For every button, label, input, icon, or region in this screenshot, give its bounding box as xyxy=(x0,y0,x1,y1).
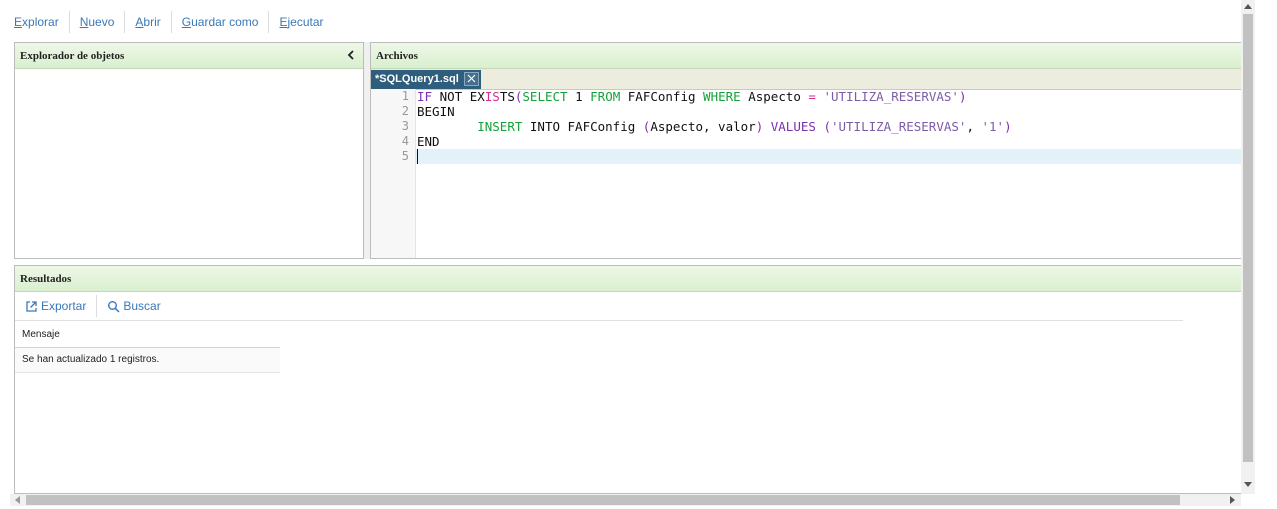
accesskey: E xyxy=(279,15,288,29)
token: VALUES xyxy=(770,119,816,134)
text-cursor: ​ xyxy=(417,149,418,164)
sql-editor[interactable]: 1 2 3 4 5 IF NOT EXISTS ( SELECT 1 FROM FA… xyxy=(371,89,1241,258)
files-header: Archivos xyxy=(371,43,1241,69)
button-label: uardar como xyxy=(191,15,259,29)
token: Aspecto xyxy=(740,89,809,104)
horizontal-scrollbar[interactable] xyxy=(10,494,1241,506)
line-number-gutter: 1 2 3 4 5 xyxy=(371,89,416,258)
results-toolbar: Exportar Buscar xyxy=(15,292,1183,321)
table-row[interactable]: Se han actualizado 1 registros. xyxy=(15,348,280,373)
external-link-icon xyxy=(26,300,37,312)
token: ( xyxy=(823,119,831,134)
explorar-button[interactable]: Explorar xyxy=(0,11,70,33)
token: NOT EX xyxy=(432,89,485,104)
scroll-down-arrow-icon[interactable] xyxy=(1244,482,1252,487)
line-number: 4 xyxy=(401,134,409,148)
token: 1 xyxy=(567,89,591,104)
line-number: 3 xyxy=(401,119,409,133)
scroll-up-arrow-icon[interactable] xyxy=(1244,4,1252,9)
close-icon xyxy=(467,74,476,83)
line-number: 5 xyxy=(401,149,409,163)
token: '1' xyxy=(981,119,1005,134)
button-label: xplorar xyxy=(22,15,59,29)
export-label: Exportar xyxy=(41,299,87,313)
line-number: 1 xyxy=(401,89,409,103)
files-title: Archivos xyxy=(376,50,418,62)
accesskey: G xyxy=(181,15,192,29)
accesskey: E xyxy=(14,15,23,29)
code-line-1: IF NOT EXISTS(SELECT 1 FROM FAFConfig WH… xyxy=(416,89,1241,104)
export-button[interactable]: Exportar xyxy=(23,295,98,317)
code-line-3: INSERT INTO FAFConfig ( Aspecto, valor) V… xyxy=(416,119,1241,134)
token: , xyxy=(966,119,982,134)
button-label: brir xyxy=(143,15,161,29)
code-line-4: END xyxy=(416,134,1241,149)
scroll-left-arrow-icon[interactable] xyxy=(15,496,20,504)
abrir-button[interactable]: Abrir xyxy=(125,11,172,33)
token: 'UTILIZA_RESERVAS' xyxy=(823,89,959,104)
tab-label: *SQLQuery1.sql xyxy=(375,73,459,85)
files-panel: Archivos *SQLQuery1.sql 1 2 3 4 5 IF NOT… xyxy=(370,42,1241,259)
token: IF xyxy=(417,89,433,104)
search-label: Buscar xyxy=(123,299,161,313)
code-line-5: ​ xyxy=(416,149,1241,164)
close-tab-button[interactable] xyxy=(464,72,479,86)
results-title: Resultados xyxy=(20,273,72,285)
object-explorer-title: Explorador de objetos xyxy=(20,50,125,62)
token: IS xyxy=(484,89,500,104)
grid-header-mensaje[interactable]: Mensaje xyxy=(15,323,280,348)
chevron-left-icon[interactable] xyxy=(345,49,357,61)
code-area[interactable]: IF NOT EXISTS ( SELECT 1 FROM FAFConfig WH… xyxy=(416,89,1241,258)
token: = xyxy=(808,89,816,104)
token: INTO FAFConfig xyxy=(522,119,643,134)
token: ) xyxy=(958,89,967,104)
nuevo-button[interactable]: Nuevo xyxy=(70,11,126,33)
vertical-scrollbar[interactable] xyxy=(1241,0,1255,494)
token: Aspecto, valor xyxy=(650,119,756,134)
file-tabstrip: *SQLQuery1.sql xyxy=(371,69,1241,90)
token: WHERE xyxy=(703,89,741,104)
scroll-right-arrow-icon[interactable] xyxy=(1230,496,1235,504)
token: INSERT xyxy=(477,119,523,134)
object-explorer-panel: Explorador de objetos xyxy=(14,42,364,259)
code-line-2: BEGIN xyxy=(416,104,1241,119)
line-number: 2 xyxy=(401,104,409,118)
vertical-scroll-thumb[interactable] xyxy=(1243,14,1253,462)
token: BEGIN xyxy=(417,104,455,119)
results-panel: Resultados Exportar Buscar Mensaje Se ha… xyxy=(14,265,1241,494)
token: 'UTILIZA_RESERVAS' xyxy=(830,119,967,134)
guardar-como-button[interactable]: Guardar como xyxy=(172,11,270,33)
main-toolbar: Explorar Nuevo Abrir Guardar como Ejecut… xyxy=(0,0,1240,44)
results-header: Resultados xyxy=(15,266,1241,292)
tab-sqlquery1[interactable]: *SQLQuery1.sql xyxy=(371,70,481,89)
button-label: jecutar xyxy=(287,15,324,29)
ejecutar-button[interactable]: Ejecutar xyxy=(269,11,333,33)
token: SELECT xyxy=(522,89,568,104)
horizontal-scroll-thumb[interactable] xyxy=(26,495,1180,505)
token: ) xyxy=(1004,119,1012,134)
object-explorer-header: Explorador de objetos xyxy=(15,43,363,69)
button-label: uevo xyxy=(88,15,115,29)
token: FROM xyxy=(590,89,621,104)
search-button[interactable]: Buscar xyxy=(97,295,170,317)
results-grid: Mensaje Se han actualizado 1 registros. xyxy=(15,323,280,373)
search-icon xyxy=(108,300,120,313)
token: END xyxy=(417,134,440,149)
token: FAFConfig xyxy=(620,89,704,104)
token: TS xyxy=(499,89,515,104)
